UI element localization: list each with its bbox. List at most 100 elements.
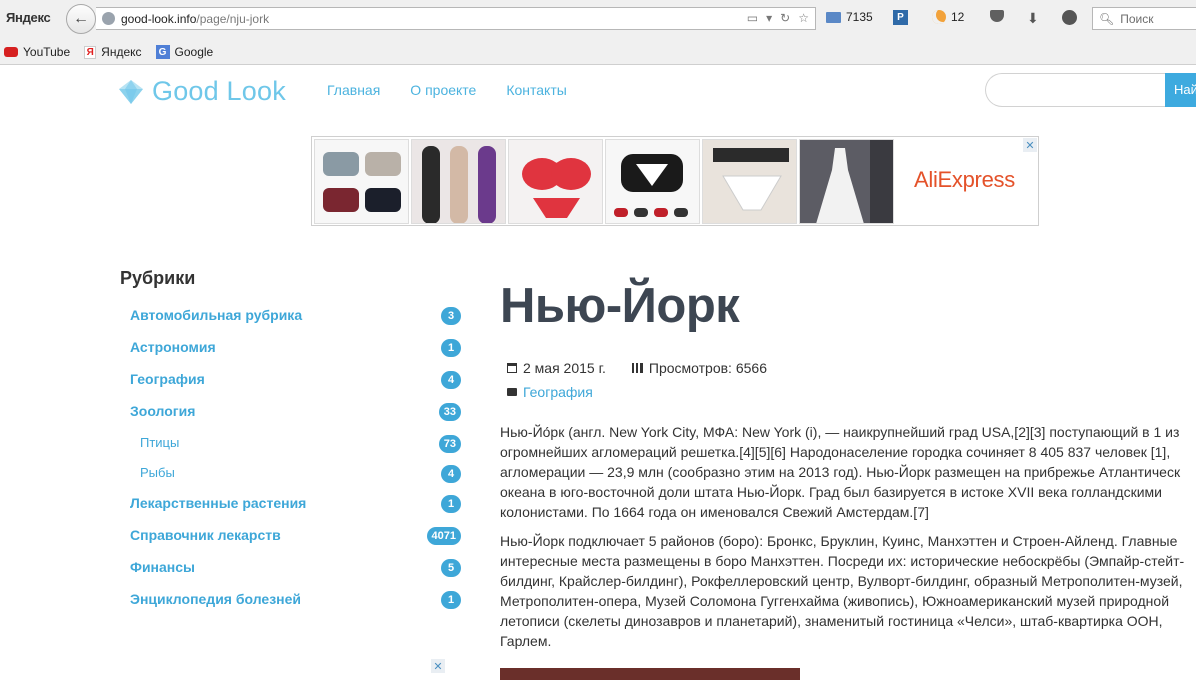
- browser-chrome: Яндекс ← good-look.info/page/nju-jork ▭ …: [0, 0, 1196, 65]
- category-count-badge: 4071: [426, 527, 461, 545]
- site-search-button[interactable]: Найти: [1165, 73, 1196, 107]
- mail-widget[interactable]: 7135: [826, 10, 873, 24]
- dropdown-arrow-icon[interactable]: ▾: [766, 11, 772, 25]
- text-line: интересные места размещены в боро Манхэт…: [500, 552, 1185, 569]
- weather-widget[interactable]: 12: [932, 10, 964, 24]
- back-button[interactable]: ←: [66, 4, 96, 34]
- url-text: good-look.info/page/nju-jork: [121, 12, 269, 26]
- p-extension-icon: P: [893, 10, 908, 25]
- aliexpress-logo[interactable]: AliExpress: [914, 167, 1015, 193]
- caps-product-image: [315, 140, 408, 223]
- site-search-input[interactable]: [985, 73, 1165, 107]
- logo-text: Good Look: [152, 76, 286, 106]
- category-count-badge: 3: [441, 307, 461, 325]
- address-bar[interactable]: good-look.info/page/nju-jork ▭ ▾ ↻ ☆: [96, 7, 816, 30]
- category-count-badge: 33: [438, 403, 461, 421]
- category-label: Финансы: [130, 559, 195, 575]
- category-label: Справочник лекарств: [130, 527, 281, 543]
- download-button[interactable]: ⬇: [1027, 10, 1039, 27]
- ad-tile-underwear[interactable]: [702, 139, 797, 224]
- social-button[interactable]: [1062, 10, 1077, 25]
- url-host: good-look.info: [121, 12, 197, 26]
- category-item[interactable]: Финансы 5: [120, 559, 465, 591]
- subcategory-item[interactable]: Птицы 73: [120, 435, 465, 465]
- url-tools: ▭ ▾ ↻ ☆: [747, 11, 809, 25]
- category-item[interactable]: Зоология 33: [120, 403, 465, 435]
- download-icon: ⬇: [1027, 10, 1039, 26]
- text-line: огромнейших агломераций решетка.[4][5][6…: [500, 443, 1171, 460]
- nav-home[interactable]: Главная: [327, 82, 380, 98]
- text-line: колонистами. По 1664 года он именовался …: [500, 503, 929, 520]
- url-path: /page/nju-jork: [196, 12, 270, 26]
- pocket-icon: [990, 10, 1004, 22]
- yandex-icon: Я: [84, 45, 97, 59]
- globe-icon: [102, 12, 115, 25]
- nav-contacts[interactable]: Контакты: [506, 82, 566, 98]
- ad-banner[interactable]: AliExpress ✕: [311, 136, 1039, 226]
- subcategory-item[interactable]: Рыбы 4: [120, 465, 465, 495]
- category-count-badge: 73: [438, 435, 461, 453]
- ad-tile-dress[interactable]: [799, 139, 894, 224]
- category-list: Автомобильная рубрика 3 Астрономия 1 Геогр…: [120, 307, 465, 623]
- close-ad-icon[interactable]: ✕: [1023, 138, 1037, 152]
- ad-tile-superman-cap[interactable]: [605, 139, 700, 224]
- ad-tile-bra[interactable]: [508, 139, 603, 224]
- article-meta: 2 мая 2015 г. Просмотров: 6566: [507, 360, 1196, 376]
- ad-tile-caps[interactable]: [314, 139, 409, 224]
- bookmark-yandex[interactable]: Я Яндекс: [84, 45, 142, 59]
- article-views: Просмотров: 6566: [648, 359, 767, 376]
- ad-tile-lingerie[interactable]: [411, 139, 506, 224]
- bookmark-youtube[interactable]: YouTube: [4, 45, 70, 59]
- weather-temp: 12: [951, 10, 965, 24]
- folder-icon: [507, 387, 517, 396]
- category-item[interactable]: Автомобильная рубрика 3: [120, 307, 465, 339]
- site-logo[interactable]: Good Look: [116, 76, 286, 107]
- category-item[interactable]: Астрономия 1: [120, 339, 465, 371]
- article-category-link[interactable]: География: [523, 384, 593, 400]
- youtube-icon: [4, 47, 18, 57]
- arrow-left-icon: ←: [73, 10, 89, 27]
- calendar-icon: [507, 362, 517, 373]
- category-item[interactable]: Энциклопедия болезней 1: [120, 591, 465, 623]
- sidebar: Рубрики Автомобильная рубрика 3 Астрономи…: [120, 268, 465, 623]
- browser-toolbar: Яндекс ← good-look.info/page/nju-jork ▭ …: [0, 0, 1196, 38]
- p-extension[interactable]: P: [893, 10, 908, 25]
- nav-about[interactable]: О проекте: [410, 82, 476, 98]
- browser-search-box[interactable]: 🔍︎ Поиск: [1092, 7, 1196, 30]
- category-count-badge: 1: [441, 339, 461, 357]
- bra-product-image: [509, 140, 602, 223]
- text-line: билдинг, Крайслер-билдинг), Рокфеллеровс…: [500, 572, 1183, 589]
- text-line: летописи (скелеты динозавров и планетари…: [500, 612, 1163, 629]
- sidebar-title: Рубрики: [120, 268, 196, 288]
- category-label: Энциклопедия болезней: [130, 591, 302, 607]
- category-count-badge: 5: [441, 559, 461, 577]
- bookmark-google[interactable]: G Google: [155, 45, 213, 59]
- category-label: География: [130, 371, 205, 387]
- reload-icon[interactable]: ↻: [780, 11, 790, 25]
- category-item[interactable]: Лекарственные растения 1: [120, 495, 465, 527]
- category-item[interactable]: Справочник лекарств 4071: [120, 527, 465, 559]
- reader-icon[interactable]: ▭: [747, 11, 758, 25]
- category-count-badge: 4: [441, 371, 461, 389]
- article-date: 2 мая 2015 г.: [523, 359, 606, 376]
- text-line: Гарлем.: [500, 632, 552, 649]
- dress-product-image: [800, 140, 893, 223]
- category-count-badge: 1: [441, 495, 461, 513]
- cap-product-image: [606, 140, 699, 223]
- browser-brand[interactable]: Яндекс: [6, 10, 51, 25]
- lingerie-product-image: [412, 140, 505, 223]
- bookmark-label: Яндекс: [101, 45, 142, 59]
- article-title: Нью-Йорк: [500, 279, 740, 333]
- category-item[interactable]: География 4: [120, 371, 465, 403]
- text-line: Метрополитен-опера, Музей Соломона Гугге…: [500, 592, 1170, 609]
- browser-search-placeholder: Поиск: [1120, 11, 1154, 26]
- star-icon[interactable]: ☆: [798, 11, 809, 25]
- text-line: агломерации — 23,9 млн (сообразно этим н…: [500, 463, 1181, 480]
- underwear-product-image: [703, 140, 796, 223]
- bookmarks-bar: YouTube Я Яндекс G Google: [0, 40, 1196, 64]
- close-side-ad-icon[interactable]: ✕: [431, 659, 445, 673]
- pocket-button[interactable]: [990, 10, 1004, 22]
- article-category: География: [507, 384, 1196, 400]
- category-label: Зоология: [130, 403, 196, 419]
- category-label: Автомобильная рубрика: [130, 307, 303, 323]
